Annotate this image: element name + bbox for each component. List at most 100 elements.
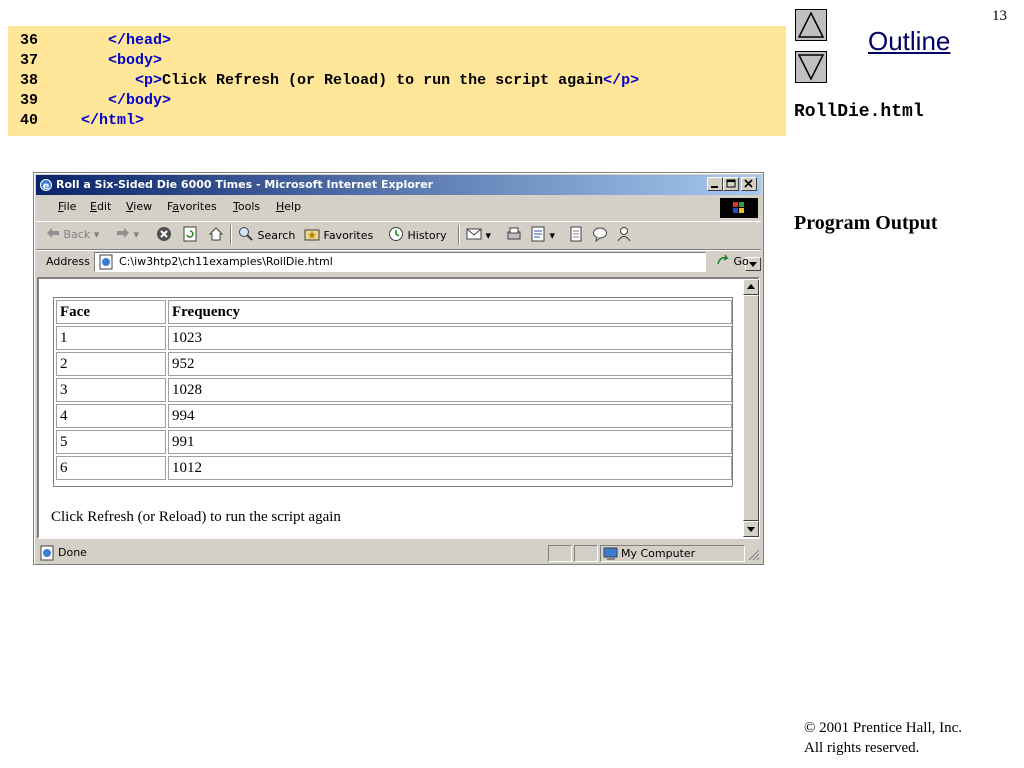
forward-button[interactable]: ▾ [116, 226, 139, 244]
menu-label: ile [63, 200, 77, 213]
edit-button[interactable]: ▾ [530, 226, 555, 244]
address-bar: Address C:\iw3htp2\ch11examples\RollDie.… [36, 249, 761, 273]
minimize-icon [711, 186, 718, 188]
go-button[interactable]: Go [716, 254, 749, 269]
page-number: 13 [992, 8, 1007, 24]
mail-button[interactable]: ▾ [466, 226, 491, 244]
line-number: 37 [20, 52, 39, 69]
close-button[interactable] [741, 177, 757, 191]
svg-text:e: e [43, 181, 50, 192]
table-cell-face: 1 [56, 326, 166, 350]
refresh-button[interactable] [182, 226, 198, 244]
history-icon [389, 227, 403, 241]
zone-text: My Computer [621, 547, 696, 560]
search-button[interactable]: Search [238, 226, 295, 244]
menu-label: ools [237, 200, 261, 213]
chat-bubble-icon [593, 227, 607, 243]
back-button[interactable]: Back ▾ [46, 226, 99, 244]
forward-arrow-icon [117, 228, 129, 238]
address-label: Address [46, 255, 90, 268]
results-table: Face Frequency 1 1023 2 952 3 1028 4 994… [53, 297, 733, 487]
search-icon [239, 227, 253, 241]
code-line: 37 <body> [20, 51, 162, 71]
menu-help[interactable]: Help [276, 200, 301, 214]
code-line: 38 <p>Click Refresh (or Reload) to run t… [20, 71, 639, 91]
menu-edit[interactable]: Edit [90, 200, 111, 214]
menu-label: elp [284, 200, 302, 213]
status-bar: Done My Computer [36, 543, 761, 563]
favorites-label: Favorites [323, 229, 374, 242]
previous-slide-button[interactable] [795, 9, 827, 41]
table-cell-frequency: 952 [168, 352, 732, 376]
resize-grip-icon[interactable] [748, 549, 760, 561]
menu-bar: File Edit View Favorites Tools Help [36, 197, 761, 218]
table-cell-frequency: 994 [168, 404, 732, 428]
messenger-button[interactable] [592, 226, 608, 244]
page-done-icon [40, 545, 54, 561]
minimize-button[interactable] [707, 177, 723, 191]
code-tag: </p> [603, 72, 640, 89]
code-tag: </body> [108, 92, 172, 109]
menu-tools[interactable]: Tools [233, 200, 260, 214]
document-icon [570, 226, 582, 242]
table-cell-frequency: 991 [168, 430, 732, 454]
page-paragraph: Click Refresh (or Reload) to run the scr… [51, 509, 341, 525]
menu-favorites[interactable]: Favorites [167, 200, 217, 214]
code-tag: <body> [108, 52, 163, 69]
code-tag: </head> [108, 32, 172, 49]
menu-accelerator: E [90, 200, 97, 213]
triangle-up-icon [797, 11, 825, 38]
table-header-face: Face [56, 300, 166, 324]
print-button[interactable] [506, 226, 522, 244]
line-number: 40 [20, 112, 39, 129]
page-content: Face Frequency 1 1023 2 952 3 1028 4 994… [37, 277, 760, 539]
maximize-button[interactable] [723, 177, 739, 191]
next-slide-button[interactable] [795, 51, 827, 83]
file-name: RollDie.html [794, 102, 924, 122]
outline-link[interactable]: Outline [868, 26, 950, 57]
scroll-up-button[interactable] [743, 279, 759, 295]
person-icon [617, 227, 631, 242]
back-label: Back [63, 228, 91, 241]
address-input[interactable]: C:\iw3htp2\ch11examples\RollDie.html [94, 252, 761, 272]
status-panel [574, 545, 598, 562]
history-button[interactable]: History [388, 226, 447, 244]
line-number: 38 [20, 72, 39, 89]
menu-label: dit [96, 200, 112, 213]
code-text: Click Refresh (or Reload) to run the scr… [162, 72, 604, 89]
menu-view[interactable]: View [126, 200, 152, 214]
scroll-down-button[interactable] [743, 521, 759, 537]
stop-button[interactable] [156, 226, 172, 244]
arrow-up-icon [747, 284, 755, 289]
table-cell-frequency: 1012 [168, 456, 732, 480]
arrow-down-icon [747, 527, 755, 532]
scroll-thumb[interactable] [743, 295, 759, 521]
favorites-button[interactable]: Favorites [304, 226, 373, 244]
home-button[interactable] [208, 226, 224, 244]
title-bar[interactable]: e Roll a Six-Sided Die 6000 Times - Micr… [36, 175, 761, 195]
status-text: Done [58, 546, 87, 559]
code-line: 36 </head> [20, 31, 171, 51]
triangle-down-icon [797, 54, 825, 81]
menu-label: iew [133, 200, 153, 213]
discuss-button[interactable] [568, 226, 584, 244]
menu-file[interactable]: File [58, 200, 76, 214]
copyright-line: © 2001 Prentice Hall, Inc. [804, 720, 963, 736]
print-icon [507, 227, 521, 240]
toolbar: Back ▾ ▾ Search Favorites History ▾ ▾ [36, 221, 761, 247]
people-button[interactable] [616, 226, 632, 244]
page-icon [99, 254, 113, 270]
menu-label: vorites [179, 200, 217, 213]
history-label: History [407, 229, 447, 242]
computer-icon [603, 547, 618, 560]
code-tag: <p> [135, 72, 163, 89]
code-listing: 36 </head> 37 <body> 38 <p>Click Refresh… [8, 26, 786, 136]
browser-window: e Roll a Six-Sided Die 6000 Times - Micr… [33, 172, 764, 565]
table-cell-face: 5 [56, 430, 166, 454]
favorites-folder-icon [304, 229, 320, 241]
copyright-line: All rights reserved. [804, 740, 920, 756]
vertical-scrollbar[interactable] [743, 279, 759, 537]
ie-icon: e [40, 179, 52, 192]
